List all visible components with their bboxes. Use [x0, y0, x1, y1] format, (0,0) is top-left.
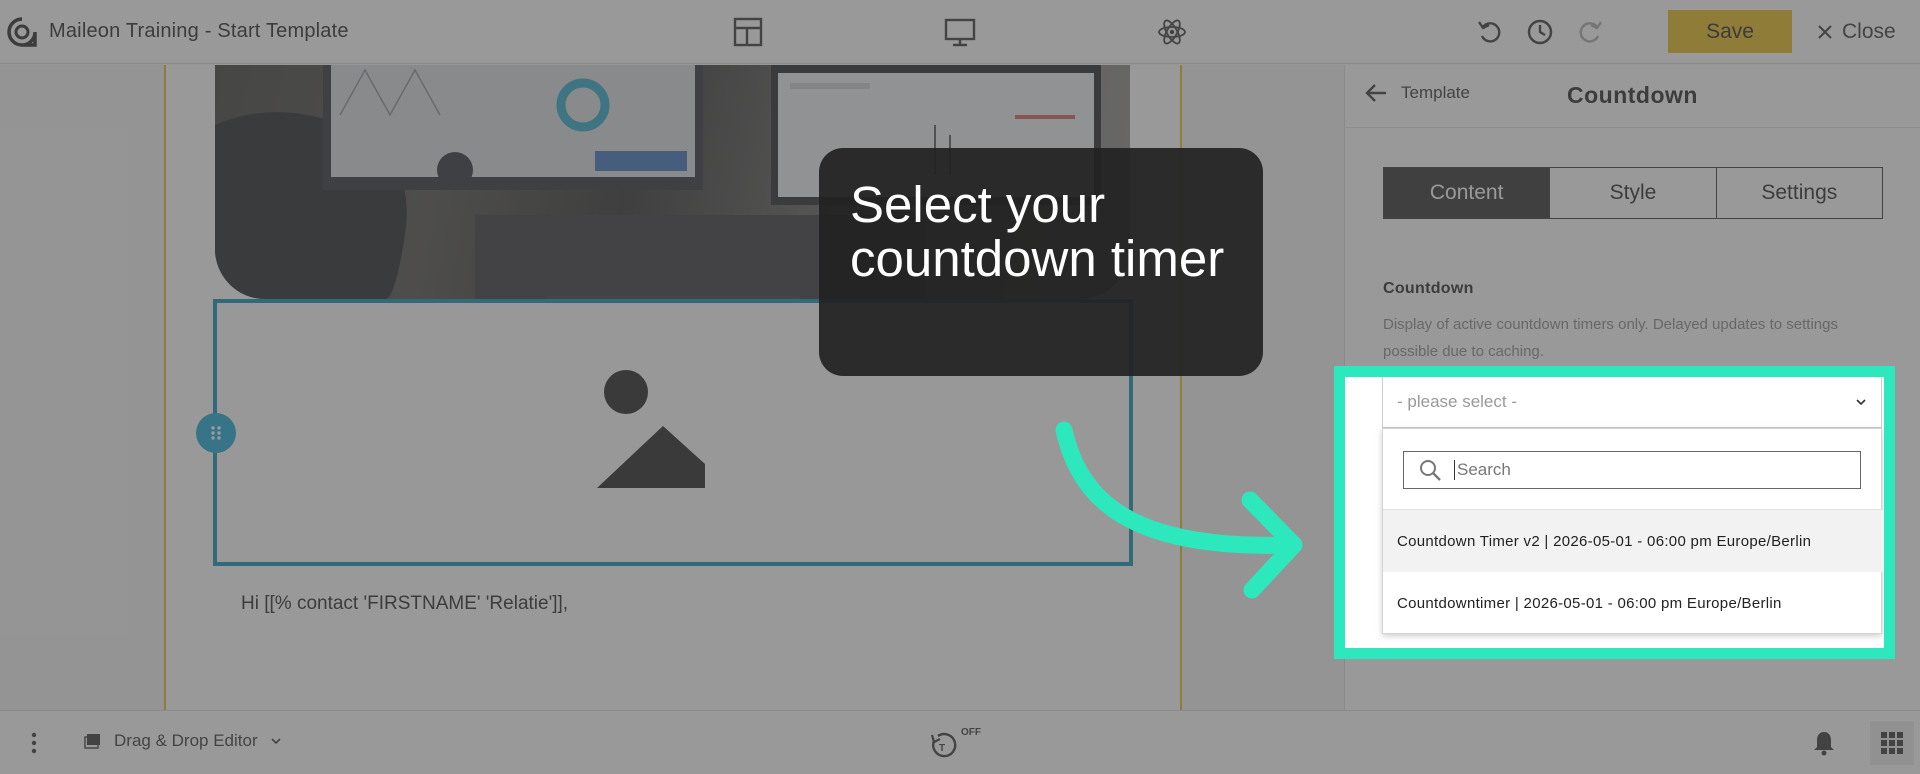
chevron-down-icon	[1855, 398, 1867, 406]
dropdown-option[interactable]: Countdown Timer v2 | 2026-05-01 - 06:00 …	[1383, 510, 1883, 572]
arrow-left-icon	[1365, 83, 1387, 103]
tab-style[interactable]: Style	[1550, 168, 1717, 218]
undo-icon[interactable]	[1472, 14, 1508, 50]
select-placeholder: - please select -	[1397, 392, 1517, 411]
panel-title: Countdown	[1567, 82, 1698, 108]
maileon-logo-icon	[6, 16, 38, 48]
countdown-section-label: Countdown	[1383, 280, 1474, 297]
drag-handle[interactable]	[196, 413, 236, 453]
autosave-timer-icon: T	[928, 731, 958, 761]
tutorial-callout: Select your countdown timer	[819, 148, 1263, 376]
close-button[interactable]: Close	[1818, 18, 1896, 46]
tutorial-callout-text: Select your countdown timer	[850, 176, 1225, 287]
chevron-down-icon	[270, 737, 282, 745]
countdown-section-description: Display of active countdown timers only.…	[1383, 316, 1838, 360]
app-title: Maileon Training - Start Template	[49, 20, 349, 42]
more-vertical-icon[interactable]	[22, 731, 46, 755]
dropdown-option[interactable]: Countdowntimer | 2026-05-01 - 06:00 pm E…	[1383, 572, 1883, 634]
dropdown-search-box: Search	[1403, 451, 1861, 489]
layout-grid-icon[interactable]	[730, 14, 766, 50]
search-placeholder: Search	[1457, 460, 1511, 479]
tab-content[interactable]: Content	[1384, 168, 1551, 218]
email-greeting-text[interactable]: Hi [[% contact 'FIRSTNAME' 'Relatie']],	[241, 593, 568, 615]
tutorial-spotlight: - please select - Search Countdown Timer…	[1345, 377, 1884, 648]
search-icon	[1418, 458, 1442, 482]
editor-mode-label: Drag & Drop Editor	[114, 731, 258, 750]
text-cursor	[1454, 460, 1455, 480]
top-bar: Maileon Training - Start Template Save C…	[0, 0, 1920, 64]
editor-mode-dropdown[interactable]: Drag & Drop Editor	[84, 731, 282, 751]
autosave-state: OFF	[961, 727, 981, 738]
autosave-toggle[interactable]: T OFF	[928, 725, 988, 761]
panel-tabs: Content Style Settings	[1383, 167, 1883, 219]
tab-settings[interactable]: Settings	[1716, 168, 1882, 218]
close-icon	[1818, 25, 1832, 39]
editor-icon	[84, 732, 102, 750]
clock-history-icon[interactable]	[1522, 14, 1558, 50]
atom-icon[interactable]	[1154, 14, 1190, 50]
apps-grid-icon[interactable]	[1870, 721, 1914, 765]
bell-icon[interactable]	[1810, 729, 1838, 757]
bottom-bar: Drag & Drop Editor T OFF	[0, 710, 1920, 774]
back-to-template-link[interactable]: Template	[1365, 83, 1470, 103]
countdown-dropdown-highlighted: Search Countdown Timer v2 | 2026-05-01 -…	[1382, 428, 1883, 634]
panel-header: Template Countdown	[1345, 65, 1920, 128]
desktop-monitor-icon[interactable]	[942, 14, 978, 50]
close-label: Close	[1842, 20, 1896, 43]
save-button[interactable]: Save	[1668, 10, 1792, 53]
svg-text:T: T	[939, 743, 945, 754]
redo-icon[interactable]	[1572, 14, 1608, 50]
back-label: Template	[1401, 83, 1470, 102]
countdown-select-highlighted[interactable]: - please select -	[1382, 377, 1882, 428]
